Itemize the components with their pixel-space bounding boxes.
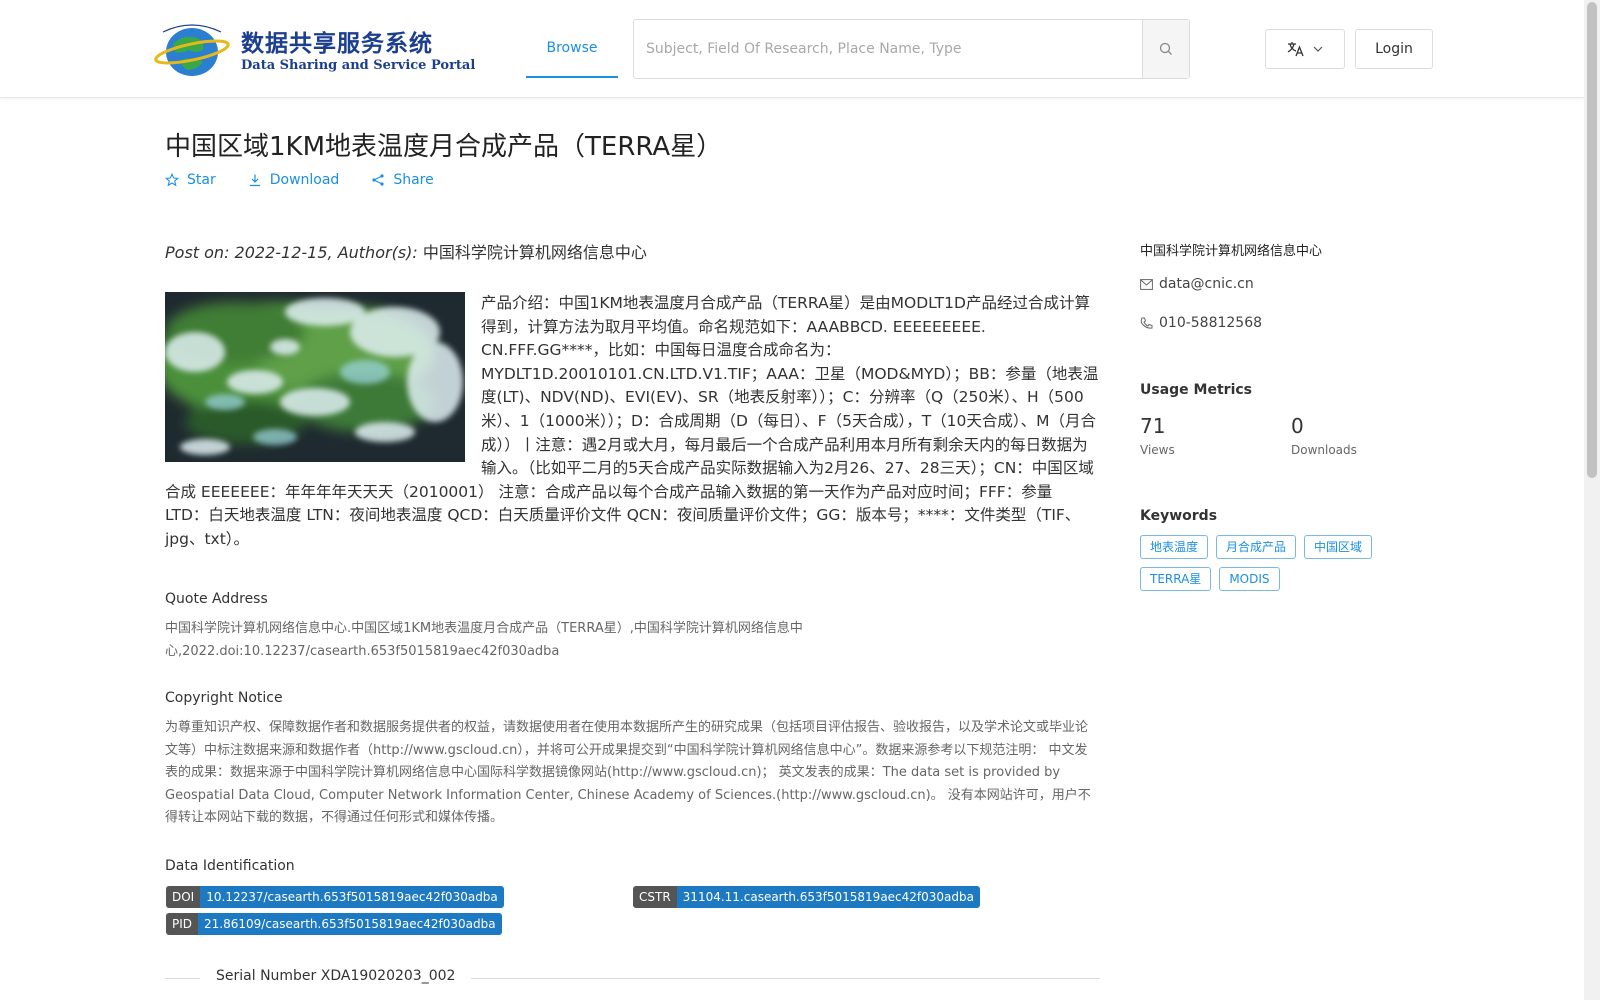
- serial-number: Serial Number XDA19020203_002: [200, 968, 472, 984]
- login-button[interactable]: Login: [1355, 29, 1433, 69]
- doi-key: DOI: [166, 886, 201, 908]
- doi-badge[interactable]: DOI 10.12237/casearth.653f5015819aec42f0…: [166, 886, 504, 908]
- share-label: Share: [393, 172, 434, 188]
- logo-title-en: Data Sharing and Service Portal: [241, 58, 476, 73]
- keyword-tag[interactable]: 地表温度: [1140, 535, 1209, 559]
- dataset-actions: Star Download Share: [165, 172, 434, 188]
- post-meta: Post on: 2022-12-15, Author(s): 中国科学院计算机…: [165, 239, 647, 263]
- chevron-down-icon: [1313, 46, 1323, 52]
- identification-label: Data Identification: [165, 858, 295, 874]
- scrollbar-thumb[interactable]: [1587, 2, 1597, 478]
- search-button[interactable]: [1142, 20, 1189, 78]
- pid-value: 21.86109/casearth.653f5015819aec42f030ad…: [198, 913, 502, 935]
- cstr-value: 31104.11.casearth.653f5015819aec42f030ad…: [676, 886, 980, 908]
- publisher-name: 中国科学院计算机网络信息中心: [1140, 244, 1323, 259]
- views-count: 71: [1140, 414, 1166, 438]
- star-button[interactable]: Star: [165, 172, 216, 188]
- page-scrollbar[interactable]: [1584, 0, 1600, 1000]
- search-icon: [1159, 42, 1172, 55]
- views-label: Views: [1140, 443, 1175, 457]
- search-box: [633, 19, 1190, 79]
- top-header: 数据共享服务系统 Data Sharing and Service Portal…: [0, 0, 1584, 98]
- doi-value: 10.12237/casearth.653f5015819aec42f030ad…: [200, 886, 504, 908]
- intro-image-spacer: [165, 292, 481, 470]
- mail-icon: [1140, 278, 1153, 290]
- site-logo[interactable]: 数据共享服务系统 Data Sharing and Service Portal: [153, 20, 475, 80]
- contact-email[interactable]: data@cnic.cn: [1140, 276, 1254, 292]
- post-date-label: Post on: 2022-12-15, Author(s):: [165, 243, 423, 262]
- keyword-list: 地表温度 月合成产品 中国区域 TERRA星 MODIS: [1140, 535, 1400, 591]
- globe-logo-icon: [154, 24, 230, 76]
- language-button[interactable]: [1265, 29, 1345, 69]
- downloads-count: 0: [1291, 414, 1304, 438]
- nav-browse[interactable]: Browse: [526, 0, 618, 78]
- phone-icon: [1140, 317, 1153, 329]
- usage-metrics-title: Usage Metrics: [1140, 382, 1252, 398]
- logo-title-cn: 数据共享服务系统: [241, 31, 433, 57]
- post-author: 中国科学院计算机网络信息中心: [422, 243, 647, 262]
- keywords-title: Keywords: [1140, 508, 1218, 524]
- copyright-label: Copyright Notice: [165, 690, 283, 706]
- keyword-tag[interactable]: TERRA星: [1140, 567, 1212, 591]
- pid-key: PID: [166, 913, 199, 935]
- star-label: Star: [187, 172, 216, 188]
- translate-icon: [1287, 42, 1304, 57]
- intro-paragraph: 产品介绍：中国1KM地表温度月合成产品（TERRA星）是由MODLT1D产品经过…: [165, 292, 1099, 552]
- quote-label: Quote Address: [165, 591, 268, 607]
- keyword-tag[interactable]: 月合成产品: [1216, 535, 1297, 559]
- copyright-text: 为尊重知识产权、保障数据作者和数据服务提供者的权益，请数据使用者在使用本数据所产…: [165, 720, 1091, 825]
- keyword-tag[interactable]: 中国区域: [1304, 535, 1373, 559]
- phone-text: 010-58812568: [1159, 315, 1263, 331]
- email-text: data@cnic.cn: [1159, 276, 1254, 292]
- pid-badge[interactable]: PID 21.86109/casearth.653f5015819aec42f0…: [166, 913, 502, 935]
- contact-phone[interactable]: 010-58812568: [1140, 315, 1262, 331]
- download-icon: [249, 174, 260, 187]
- cstr-badge[interactable]: CSTR 31104.11.casearth.653f5015819aec42f…: [633, 886, 980, 908]
- download-label: Download: [269, 172, 340, 188]
- cstr-key: CSTR: [633, 886, 677, 908]
- downloads-label: Downloads: [1291, 443, 1357, 457]
- keyword-tag[interactable]: MODIS: [1219, 567, 1280, 591]
- search-input[interactable]: [634, 20, 1144, 78]
- dataset-title: 中国区域1KM地表温度月合成产品（TERRA星）: [165, 132, 723, 162]
- download-button[interactable]: Download: [248, 172, 340, 188]
- share-button[interactable]: Share: [371, 172, 434, 188]
- star-icon: [165, 173, 179, 187]
- share-icon: [372, 174, 384, 186]
- quote-text: 中国科学院计算机网络信息中心.中国区域1KM地表温度月合成产品（TERRA星）,…: [165, 621, 803, 659]
